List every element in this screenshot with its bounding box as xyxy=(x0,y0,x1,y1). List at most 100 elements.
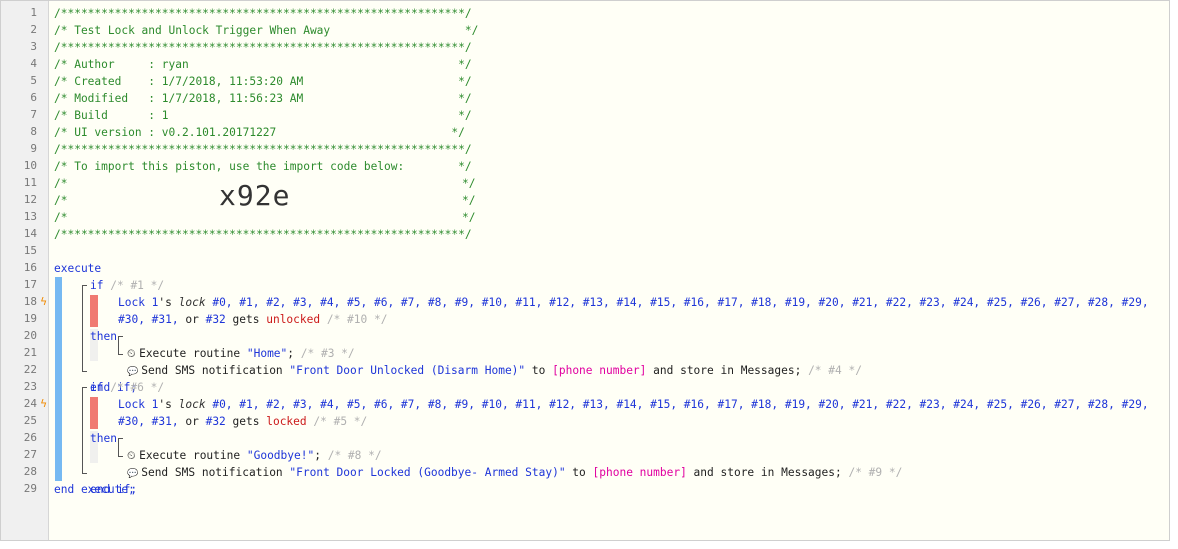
line-number: 9 xyxy=(30,142,37,155)
action-id-comment: /* #4 */ xyxy=(808,364,862,377)
routine-name[interactable]: "Home" xyxy=(247,347,287,360)
device-name[interactable]: Lock 1 xyxy=(118,296,158,309)
bracket-top xyxy=(82,285,87,286)
gets-text: gets xyxy=(225,313,267,326)
action-id-comment: /* #9 */ xyxy=(848,466,903,479)
execute-keyword: execute xyxy=(54,262,102,275)
condition-line: #30, #31, or #32 gets unlocked /* #10 */ xyxy=(118,311,387,328)
action-text[interactable]: Send SMS notification xyxy=(141,364,289,377)
header-line: /* Created : 1/7/2018, 11:53:20 AM */ xyxy=(54,73,472,90)
lock-code-list[interactable]: #0, #1, #2, #3, #4, #5, #6, #7, #8, #9, … xyxy=(206,296,1148,309)
end-execute-line: end execute; xyxy=(54,481,135,498)
line-number: 4 xyxy=(30,57,37,70)
condition-line: #30, #31, or #32 gets locked /* #5 */ xyxy=(118,413,367,430)
action-id-comment: /* #8 */ xyxy=(327,449,382,462)
actions-bracket xyxy=(118,336,119,354)
condition-marker[interactable] xyxy=(90,295,98,327)
comment-border: /***************************************… xyxy=(54,228,472,241)
or-text: or xyxy=(178,415,206,428)
bracket-bottom xyxy=(118,456,123,457)
line-number: 12 xyxy=(23,193,37,206)
line-number: 28 xyxy=(23,465,37,478)
header-line: /* To import this piston, use the import… xyxy=(54,158,472,175)
action-text[interactable]: Execute routine xyxy=(139,347,247,360)
routine-name[interactable]: "Goodbye!" xyxy=(247,449,314,462)
action-text[interactable]: Send SMS notification xyxy=(141,466,289,479)
lock-state-value[interactable]: unlocked xyxy=(266,313,320,326)
line-number: 13 xyxy=(23,210,37,223)
punctuation: ; xyxy=(287,347,301,360)
comment-open: /* xyxy=(54,194,68,207)
comment-close: */ xyxy=(462,177,476,190)
header-line: */ xyxy=(462,192,475,209)
action-send-sms: 💬 Send SMS notification "Front Door Unloc… xyxy=(127,362,862,379)
lock-code-list[interactable]: #32 xyxy=(206,415,226,428)
comment-open: /* xyxy=(54,177,68,190)
header-line: /***************************************… xyxy=(54,39,472,56)
if-line: if /* #1 */ xyxy=(90,277,164,294)
comment-close: */ xyxy=(462,194,476,207)
line-number: 11 xyxy=(23,176,37,189)
comment-close: */ xyxy=(462,211,476,224)
or-text: or xyxy=(178,313,206,326)
import-code[interactable]: x92e xyxy=(219,179,290,212)
line-number-gutter: 1 2 3 4 5 6 7 8 9 10 11 12 13 14 15 16 17 18 19 20 21 22 23 24 2… xyxy=(1,1,49,540)
sms-message[interactable]: "Front Door Locked (Goodbye- Armed Stay)… xyxy=(289,466,565,479)
end-execute-keyword[interactable]: end execute; xyxy=(54,483,135,496)
bracket-top xyxy=(118,438,123,439)
line-number: 24 xyxy=(23,397,37,410)
lock-code-list[interactable]: #30, #31, xyxy=(118,415,179,428)
line-number: 7 xyxy=(30,108,37,121)
if-keyword[interactable]: if xyxy=(90,381,103,394)
line-number: 23 xyxy=(23,380,37,393)
line-number: 20 xyxy=(23,329,37,342)
lock-code-list[interactable]: #0, #1, #2, #3, #4, #5, #6, #7, #8, #9, … xyxy=(206,398,1148,411)
line-number: 19 xyxy=(23,312,37,325)
condition-marker[interactable] xyxy=(90,397,98,429)
phone-number-variable[interactable]: [phone number] xyxy=(552,364,646,377)
clock-icon: ⏲ xyxy=(127,347,140,360)
if-keyword[interactable]: if xyxy=(90,279,103,292)
device-name[interactable]: Lock 1 xyxy=(118,398,158,411)
store-text: and store in Messages; xyxy=(686,466,849,479)
actions-bracket xyxy=(118,438,119,456)
if-block-bracket xyxy=(82,387,83,473)
line-number: 21 xyxy=(23,346,37,359)
lock-state-value[interactable]: locked xyxy=(266,415,306,428)
comment-open: /* xyxy=(54,211,68,224)
then-keyword[interactable]: then xyxy=(90,432,117,445)
line-number: 3 xyxy=(30,40,37,53)
action-execute-routine: ⏲ Execute routine "Goodbye!"; /* #8 */ xyxy=(127,447,382,464)
header-line: /* UI version : v0.2.101.20171227 */ xyxy=(54,124,465,141)
header-line: /* Modified : 1/7/2018, 11:56:23 AM */ xyxy=(54,90,472,107)
statement-id-comment: /* #6 */ xyxy=(110,381,165,394)
line-number: 18 xyxy=(23,295,37,308)
action-text[interactable]: Execute routine xyxy=(139,449,247,462)
header-line: /* xyxy=(54,192,67,209)
condition-id-comment: /* #10 */ xyxy=(320,313,388,326)
ui-version-comment: /* UI version : v0.2.101.20171227 */ xyxy=(54,126,465,139)
line-number: 25 xyxy=(23,414,37,427)
lightning-icon: ϟ xyxy=(40,397,48,410)
header-line: */ xyxy=(462,209,475,226)
then-keyword[interactable]: then xyxy=(90,330,117,343)
phone-number-variable[interactable]: [phone number] xyxy=(593,466,687,479)
import-note-comment: /* To import this piston, use the import… xyxy=(54,160,472,173)
header-line: /* Test Lock and Unlock Trigger When Awa… xyxy=(54,22,478,39)
line-number: 22 xyxy=(23,363,37,376)
sms-message[interactable]: "Front Door Unlocked (Disarm Home)" xyxy=(289,364,525,377)
line-number: 17 xyxy=(23,278,37,291)
clock-icon: ⏲ xyxy=(127,449,140,462)
execute-line: execute xyxy=(54,260,101,277)
lock-code-list[interactable]: #30, #31, xyxy=(118,313,179,326)
line-number: 26 xyxy=(23,431,37,444)
line-number: 27 xyxy=(23,448,37,461)
line-number: 16 xyxy=(23,261,37,274)
action-id-comment: /* #3 */ xyxy=(300,347,355,360)
possessive: 's xyxy=(158,398,179,411)
attribute-name: lock xyxy=(178,296,206,309)
condition-line: Lock 1's lock #0, #1, #2, #3, #4, #5, #6… xyxy=(118,294,1149,311)
if-line: if /* #6 */ xyxy=(90,379,164,396)
header-line: /* Author : ryan */ xyxy=(54,56,472,73)
lock-code-list[interactable]: #32 xyxy=(206,313,226,326)
